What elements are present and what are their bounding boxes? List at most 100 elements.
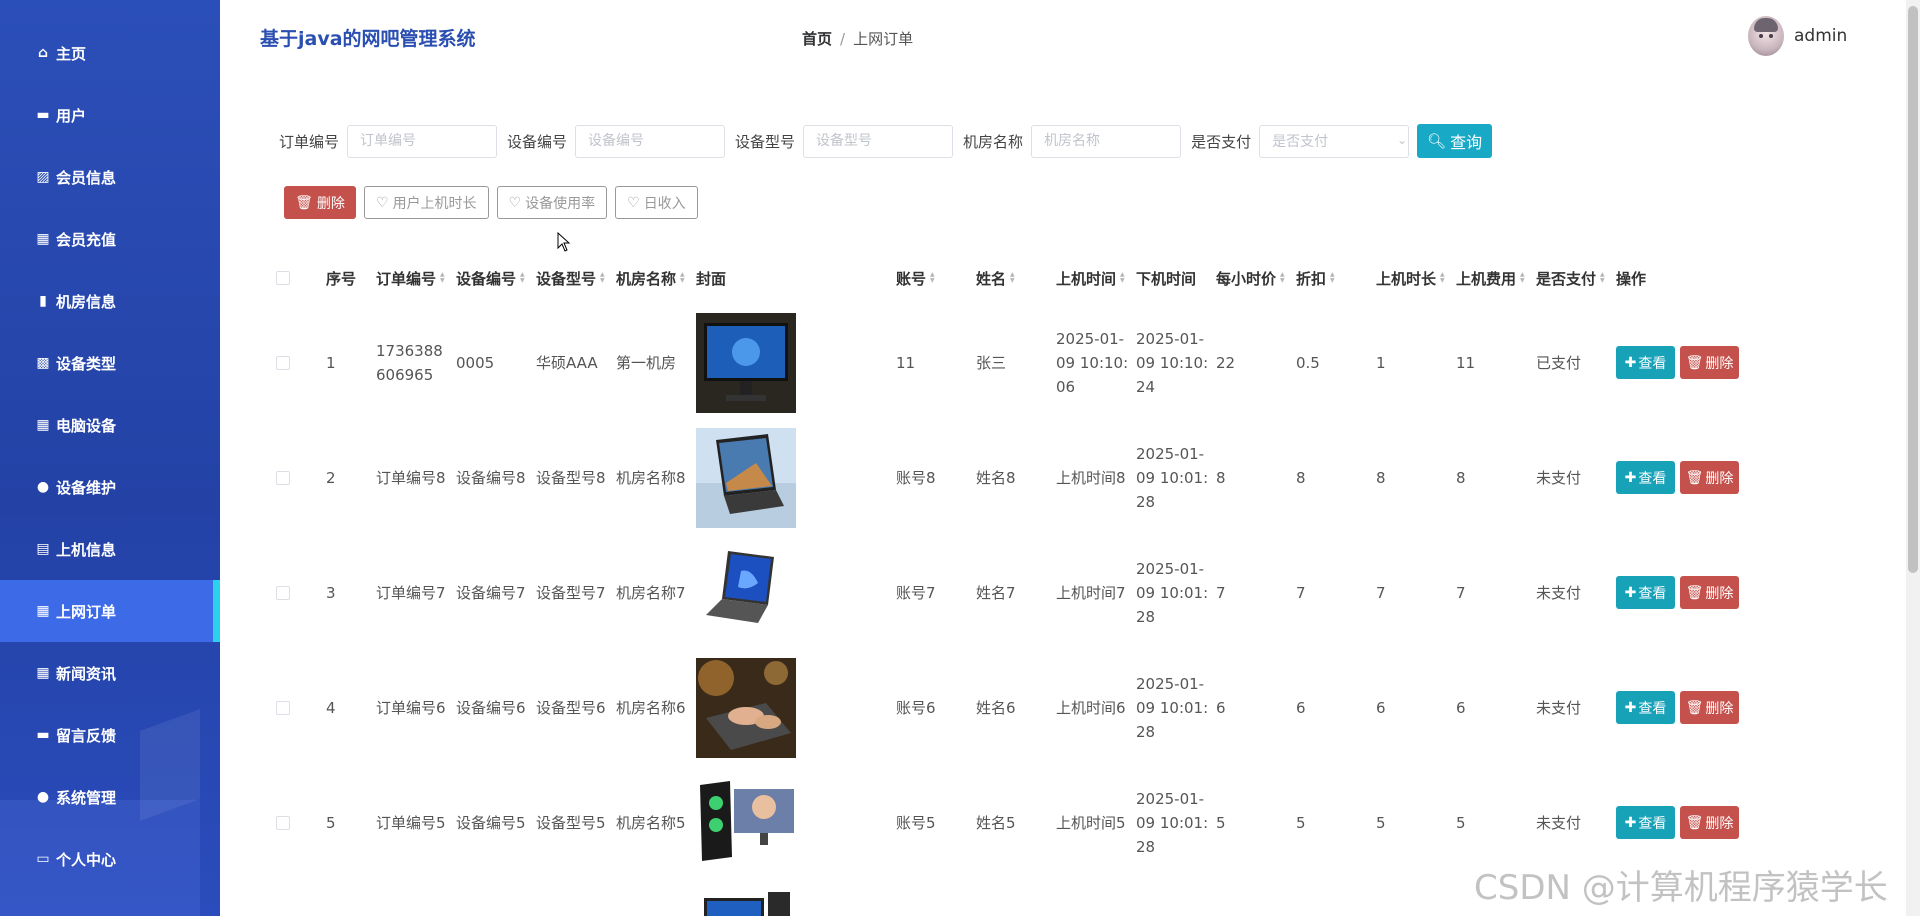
sort-icon[interactable]: ▲ ▼ bbox=[680, 272, 685, 284]
header-fee[interactable]: 上机费用 ▲ ▼ bbox=[1456, 256, 1525, 300]
room-input[interactable] bbox=[1031, 124, 1182, 158]
cover-image-laptop[interactable] bbox=[696, 543, 796, 643]
header-discount-label: 折扣 bbox=[1296, 269, 1327, 288]
sort-icon[interactable]: ▲ ▼ bbox=[1280, 272, 1285, 284]
user-time-label: 用户上机时长 bbox=[392, 195, 477, 212]
view-button[interactable]: ✚ 查看 bbox=[1616, 346, 1675, 379]
sidebar-item-room-info[interactable]: ▮ 机房信息 bbox=[0, 270, 220, 332]
sidebar-item-online-orders[interactable]: ▦ 上网订单 bbox=[0, 580, 220, 642]
row-checkbox[interactable] bbox=[276, 356, 290, 370]
row-delete-button[interactable]: 🗑︎ 删除 bbox=[1680, 576, 1739, 609]
id-card-icon: ▬ bbox=[36, 107, 50, 123]
sidebar-item-label: 主页 bbox=[56, 44, 87, 63]
sort-icon[interactable]: ▲ ▼ bbox=[1520, 272, 1525, 284]
header-name[interactable]: 姓名 ▲ ▼ bbox=[976, 256, 1015, 300]
cell-name: 姓名6 bbox=[976, 698, 1016, 717]
sidebar-item-label: 新闻资讯 bbox=[56, 664, 117, 683]
user-icon: ● bbox=[36, 479, 50, 495]
sidebar-item-users[interactable]: ▬ 用户 bbox=[0, 84, 220, 146]
row-checkbox[interactable] bbox=[276, 816, 290, 830]
cell-end-time: 2025-01-09 10:01:28 bbox=[1136, 559, 1209, 626]
user-time-button[interactable]: ♡ 用户上机时长 bbox=[364, 186, 489, 219]
avatar[interactable] bbox=[1748, 16, 1784, 56]
sidebar-item-computer-device[interactable]: ▦ 电脑设备 bbox=[0, 394, 220, 456]
row-checkbox[interactable] bbox=[276, 701, 290, 715]
cell-end-time: 2025-01-09 10:01:28 bbox=[1136, 674, 1209, 741]
view-button[interactable]: ✚ 查看 bbox=[1616, 461, 1675, 494]
scrollbar-thumb[interactable] bbox=[1908, 6, 1918, 573]
cell-hourly-price: 22 bbox=[1216, 353, 1236, 372]
table-row: 1 1736388606965 0005 华硕AAA 第一机房 11 张三 20… bbox=[272, 305, 1752, 420]
row-delete-button[interactable]: 🗑︎ 删除 bbox=[1680, 806, 1739, 839]
cell-end-time: 2025-01-09 10:01:28 bbox=[1136, 444, 1209, 511]
sort-icon[interactable]: ▲ ▼ bbox=[600, 272, 605, 284]
chevron-down-icon: ⌄ bbox=[1397, 132, 1408, 147]
device-model-input[interactable] bbox=[803, 124, 954, 158]
header-device-model[interactable]: 设备型号 ▲ ▼ bbox=[536, 256, 605, 300]
view-button[interactable]: ✚ 查看 bbox=[1616, 576, 1675, 609]
cover-image-monitor[interactable] bbox=[696, 313, 796, 413]
sidebar-item-home[interactable]: ⌂ 主页 bbox=[0, 22, 220, 84]
cell-fee: 7 bbox=[1456, 583, 1466, 602]
view-button[interactable]: ✚ 查看 bbox=[1616, 691, 1675, 724]
page-scrollbar[interactable] bbox=[1906, 0, 1920, 916]
row-delete-button[interactable]: 🗑︎ 删除 bbox=[1680, 691, 1739, 724]
plus-icon: ✚ bbox=[1624, 699, 1637, 716]
header-room[interactable]: 机房名称 ▲ ▼ bbox=[616, 256, 685, 300]
cover-image-gaming-pc[interactable] bbox=[696, 773, 796, 873]
username[interactable]: admin bbox=[1794, 26, 1847, 46]
sort-icon[interactable]: ▲ ▼ bbox=[930, 272, 935, 284]
header-hourly-price[interactable]: 每小时价 ▲ ▼ bbox=[1216, 256, 1285, 300]
row-delete-button[interactable]: 🗑︎ 删除 bbox=[1680, 461, 1739, 494]
batch-delete-button[interactable]: 🗑︎ 删除 bbox=[284, 186, 356, 219]
daily-income-button[interactable]: ♡ 日收入 bbox=[615, 186, 698, 219]
cell-room: 机房名称6 bbox=[616, 698, 686, 717]
sort-icon[interactable]: ▲ ▼ bbox=[1010, 272, 1015, 284]
row-checkbox[interactable] bbox=[276, 586, 290, 600]
sidebar-item-news[interactable]: ▦ 新闻资讯 bbox=[0, 642, 220, 704]
cell-fee: 6 bbox=[1456, 698, 1466, 717]
query-button[interactable]: 🔍︎ 查询 bbox=[1417, 124, 1493, 158]
paid-select-value[interactable]: 是否支付 bbox=[1259, 124, 1410, 158]
device-usage-button[interactable]: ♡ 设备使用率 bbox=[496, 186, 608, 219]
sort-icon[interactable]: ▲ ▼ bbox=[520, 272, 525, 284]
order-no-input[interactable] bbox=[347, 124, 498, 158]
header-account[interactable]: 账号 ▲ ▼ bbox=[896, 256, 935, 300]
sidebar-item-profile[interactable]: ▭ 个人中心 bbox=[0, 828, 220, 890]
sidebar-item-member-info[interactable]: ▨ 会员信息 bbox=[0, 146, 220, 208]
paid-select[interactable]: 是否支付 ⌄ bbox=[1259, 124, 1419, 158]
trash-icon: 🗑︎ bbox=[295, 194, 313, 211]
sort-icon[interactable]: ▲ ▼ bbox=[1120, 272, 1125, 284]
sort-icon[interactable]: ▲ ▼ bbox=[1330, 272, 1335, 284]
cover-image-laptop-hands[interactable] bbox=[696, 658, 796, 758]
sidebar-item-session-info[interactable]: ▤ 上机信息 bbox=[0, 518, 220, 580]
device-no-input[interactable] bbox=[575, 124, 726, 158]
row-checkbox[interactable] bbox=[276, 471, 290, 485]
cell-hourly-price: 7 bbox=[1216, 583, 1226, 602]
header-device-no[interactable]: 设备编号 ▲ ▼ bbox=[456, 256, 525, 300]
header-paid[interactable]: 是否支付 ▲ ▼ bbox=[1536, 256, 1605, 300]
header-start-time[interactable]: 上机时间 ▲ ▼ bbox=[1056, 256, 1125, 300]
header-end-time: 下机时间 bbox=[1136, 256, 1196, 300]
header-duration[interactable]: 上机时长 ▲ ▼ bbox=[1376, 256, 1445, 300]
cover-image-desktop[interactable] bbox=[696, 888, 796, 916]
sidebar-item-feedback[interactable]: ▬ 留言反馈 bbox=[0, 704, 220, 766]
cell-paid: 未支付 bbox=[1536, 698, 1582, 717]
sort-icon[interactable]: ▲ ▼ bbox=[1600, 272, 1605, 284]
cell-name: 姓名7 bbox=[976, 583, 1016, 602]
row-delete-label: 删除 bbox=[1705, 585, 1734, 602]
cover-image-laptop[interactable] bbox=[696, 428, 796, 528]
sidebar-item-device-maintenance[interactable]: ● 设备维护 bbox=[0, 456, 220, 518]
row-delete-button[interactable]: 🗑︎ 删除 bbox=[1680, 346, 1739, 379]
header-discount[interactable]: 折扣 ▲ ▼ bbox=[1296, 256, 1335, 300]
user-menu[interactable]: admin bbox=[1748, 16, 1847, 56]
view-button[interactable]: ✚ 查看 bbox=[1616, 806, 1675, 839]
header-order-no[interactable]: 订单编号 ▲ ▼ bbox=[376, 256, 445, 300]
sort-icon[interactable]: ▲ ▼ bbox=[1440, 272, 1445, 284]
sidebar-item-system[interactable]: ● 系统管理 bbox=[0, 766, 220, 828]
select-all-checkbox[interactable] bbox=[276, 271, 290, 285]
sort-icon[interactable]: ▲ ▼ bbox=[440, 272, 445, 284]
breadcrumb-home[interactable]: 首页 bbox=[802, 30, 832, 48]
sidebar-item-device-type[interactable]: ▩ 设备类型 bbox=[0, 332, 220, 394]
sidebar-item-member-recharge[interactable]: ▦ 会员充值 bbox=[0, 208, 220, 270]
